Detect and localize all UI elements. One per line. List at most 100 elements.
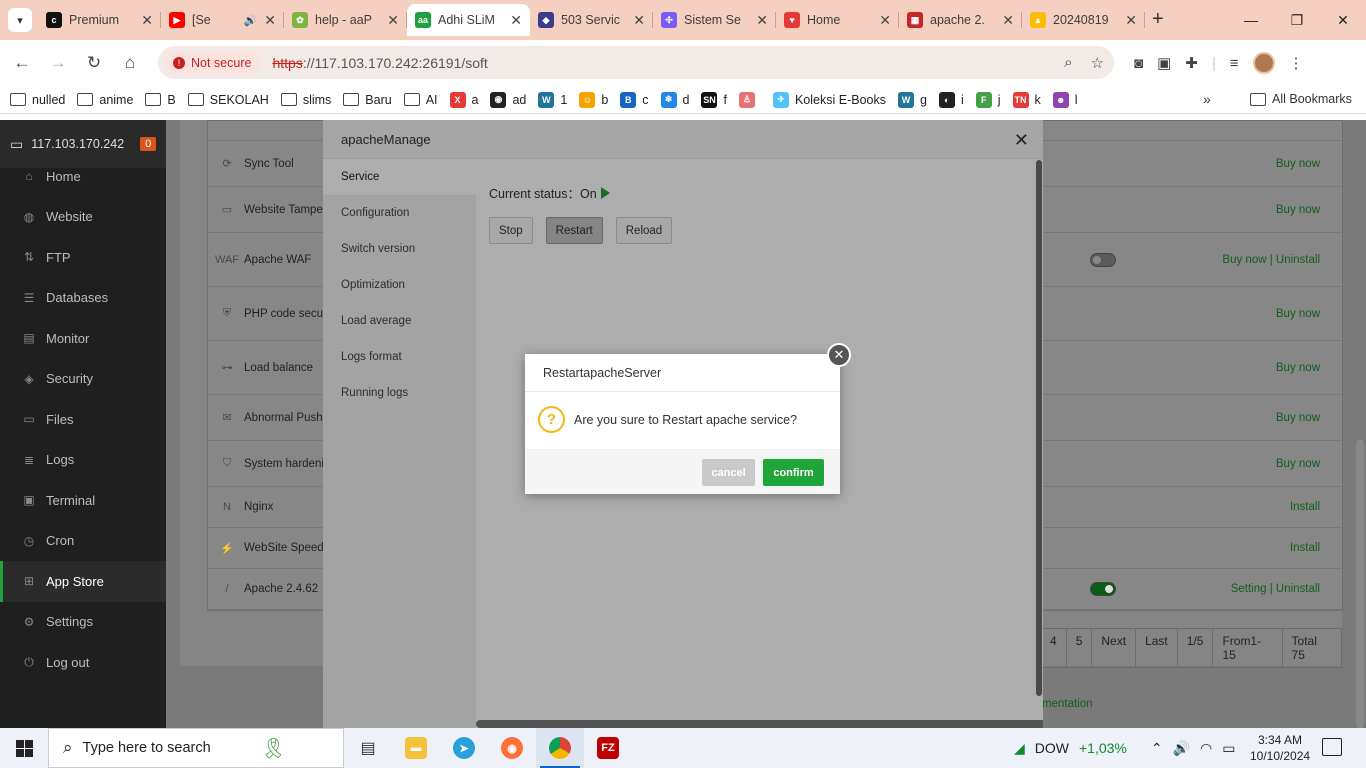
plugin-action-link[interactable]: Buy now [1276,308,1320,320]
plugin-action-link[interactable]: Buy now [1276,204,1320,216]
forward-button[interactable]: → [40,45,76,81]
bookmark-item[interactable]: TN k [1012,91,1041,108]
menu-kebab-icon[interactable]: ⋮ [1289,54,1304,72]
bookmark-item[interactable]: ☻ l [1052,91,1078,108]
plugin-action-link[interactable]: Buy now [1276,458,1320,470]
bookmarks-overflow-icon[interactable]: » [1203,91,1211,107]
tab-search-button[interactable]: ▾ [8,8,32,32]
plugin-action-link[interactable]: Install [1290,501,1320,513]
pagination-item[interactable]: From1-15 [1213,629,1283,667]
sidebar-item[interactable]: ≣ Logs [0,440,166,481]
taskbar-filezilla[interactable]: FZ [584,728,632,768]
bookmark-item[interactable]: ☺ b [579,91,608,108]
media-control-icon[interactable]: ≡ [1230,55,1239,72]
home-button[interactable]: ⌂ [112,45,148,81]
bookmark-star-icon[interactable]: ☆ [1091,54,1104,72]
taskbar-search[interactable]: ⌕ Type here to search 🎗 [48,728,344,768]
notification-center-button[interactable] [1322,738,1342,756]
bookmark-item[interactable]: ✈ Koleksi E-Books [772,91,886,108]
wifi-icon[interactable]: ◠ [1200,740,1212,757]
bookmark-item[interactable]: anime [77,93,133,107]
browser-tab[interactable]: c Premium ✕ [38,4,161,36]
plugin-toggle[interactable] [1090,252,1116,267]
close-tab-icon[interactable]: ✕ [1125,12,1137,29]
browser-tab[interactable]: aa Adhi SLiM ✕ [407,4,530,36]
sidebar-item[interactable]: ⏻ Log out [0,642,166,683]
bookmark-item[interactable]: Xa [449,91,478,108]
bookmark-item[interactable]: Baru [343,93,392,107]
clock[interactable]: 3:34 AM 10/10/2024 [1250,732,1310,764]
sidebar-item[interactable]: ▭ Files [0,399,166,440]
camera-icon[interactable]: ◙ [1134,55,1143,72]
cancel-button[interactable]: cancel [702,459,755,486]
bookmark-item[interactable]: slims [280,93,331,107]
address-bar[interactable]: ! Not secure https://117.103.170.242:261… [158,46,1114,79]
back-button[interactable]: ← [4,45,40,81]
minimize-button[interactable]: — [1228,0,1274,40]
plugin-action-link[interactable]: Buy now [1276,158,1320,170]
bookmark-item[interactable]: Wg [897,91,927,108]
sidebar-item[interactable]: ◍ Website [0,197,166,238]
sidebar-item[interactable]: ☰ Databases [0,278,166,319]
close-tab-icon[interactable]: ✕ [756,12,768,29]
sidebar-item[interactable]: ◷ Cron [0,521,166,562]
zoom-search-icon[interactable]: ⌕ [1064,54,1072,72]
bookmark-item[interactable]: ◉ ad [490,91,526,108]
browser-tab[interactable]: ▶ [Se 🔊 ✕ [161,4,284,36]
bookmark-item[interactable]: Fj [975,91,1001,108]
bookmark-item[interactable]: SN f [701,91,727,108]
close-tab-icon[interactable]: ✕ [879,12,891,29]
new-tab-button[interactable]: + [1152,8,1164,31]
close-tab-icon[interactable]: ✕ [264,12,276,29]
pagination-item[interactable]: 1/5 [1178,629,1214,667]
pagination-item[interactable]: Next [1092,629,1137,667]
speaker-icon[interactable]: 🔊 [1173,740,1190,757]
browser-tab[interactable]: ▲ 20240819 ✕ [1022,4,1145,36]
taskbar-telegram[interactable]: ➤ [440,728,488,768]
browser-tab[interactable]: ◆ 503 Servic ✕ [530,4,653,36]
bookmark-item[interactable]: ♙ [738,91,761,108]
sidebar-item[interactable]: ▤ Monitor [0,318,166,359]
bookmark-item[interactable]: nulled [10,93,65,107]
reload-button[interactable]: ↻ [76,45,112,81]
plugin-action-link[interactable]: Setting | Uninstall [1231,583,1320,595]
pagination-item[interactable]: Last [1136,629,1178,667]
confirm-button[interactable]: confirm [763,459,824,486]
start-button[interactable] [0,728,48,768]
close-tab-icon[interactable]: ✕ [387,12,399,29]
close-tab-icon[interactable]: ✕ [510,12,522,29]
bookmark-item[interactable]: B [145,93,176,107]
profile-avatar[interactable] [1252,52,1275,74]
plugin-action-link[interactable]: Buy now | Uninstall [1222,254,1320,266]
sidebar-item[interactable]: ⌂ Home [0,156,166,197]
task-view-button[interactable]: ▤ [344,728,392,768]
browser-tab[interactable]: ▦ apache 2. ✕ [899,4,1022,36]
close-window-button[interactable]: ✕ [1320,0,1366,40]
all-bookmarks-button[interactable]: All Bookmarks [1250,92,1352,106]
taskbar-chrome[interactable] [536,728,584,768]
close-tab-icon[interactable]: ✕ [633,12,645,29]
plugin-action-link[interactable]: Install [1290,542,1320,554]
pagination-item[interactable]: 4 [1041,629,1067,667]
stock-name[interactable]: DOW [1035,740,1069,756]
url-text[interactable]: https://117.103.170.242:26191/soft [272,55,487,71]
bookmark-item[interactable]: SEKOLAH [187,93,269,107]
bookmark-item[interactable]: AI [403,93,438,107]
documentation-link[interactable]: mentation [1042,698,1093,710]
sidebar-item[interactable]: ⚙ Settings [0,602,166,643]
audio-icon[interactable]: 🔊 [244,14,258,27]
pagination-item[interactable]: 5 [1067,629,1093,667]
plugin-action-link[interactable]: Buy now [1276,412,1320,424]
browser-tab[interactable]: ✣ Sistem Se ✕ [653,4,776,36]
bookmark-item[interactable]: Bc [620,91,649,108]
taskbar-file-explorer[interactable]: ▬ [392,728,440,768]
battery-icon[interactable]: ▭ [1222,740,1235,757]
sidebar-item[interactable]: ◈ Security [0,359,166,400]
sidebar-item[interactable]: ⊞ App Store [0,561,166,602]
browser-tab[interactable]: ♥ Home ✕ [776,4,899,36]
extensions-icon[interactable]: ✚ [1185,54,1198,72]
message-badge[interactable]: 0 [140,137,157,151]
close-tab-icon[interactable]: ✕ [1002,12,1014,29]
close-icon[interactable]: ✕ [827,343,851,367]
bookmark-item[interactable]: ❄ d [660,91,689,108]
